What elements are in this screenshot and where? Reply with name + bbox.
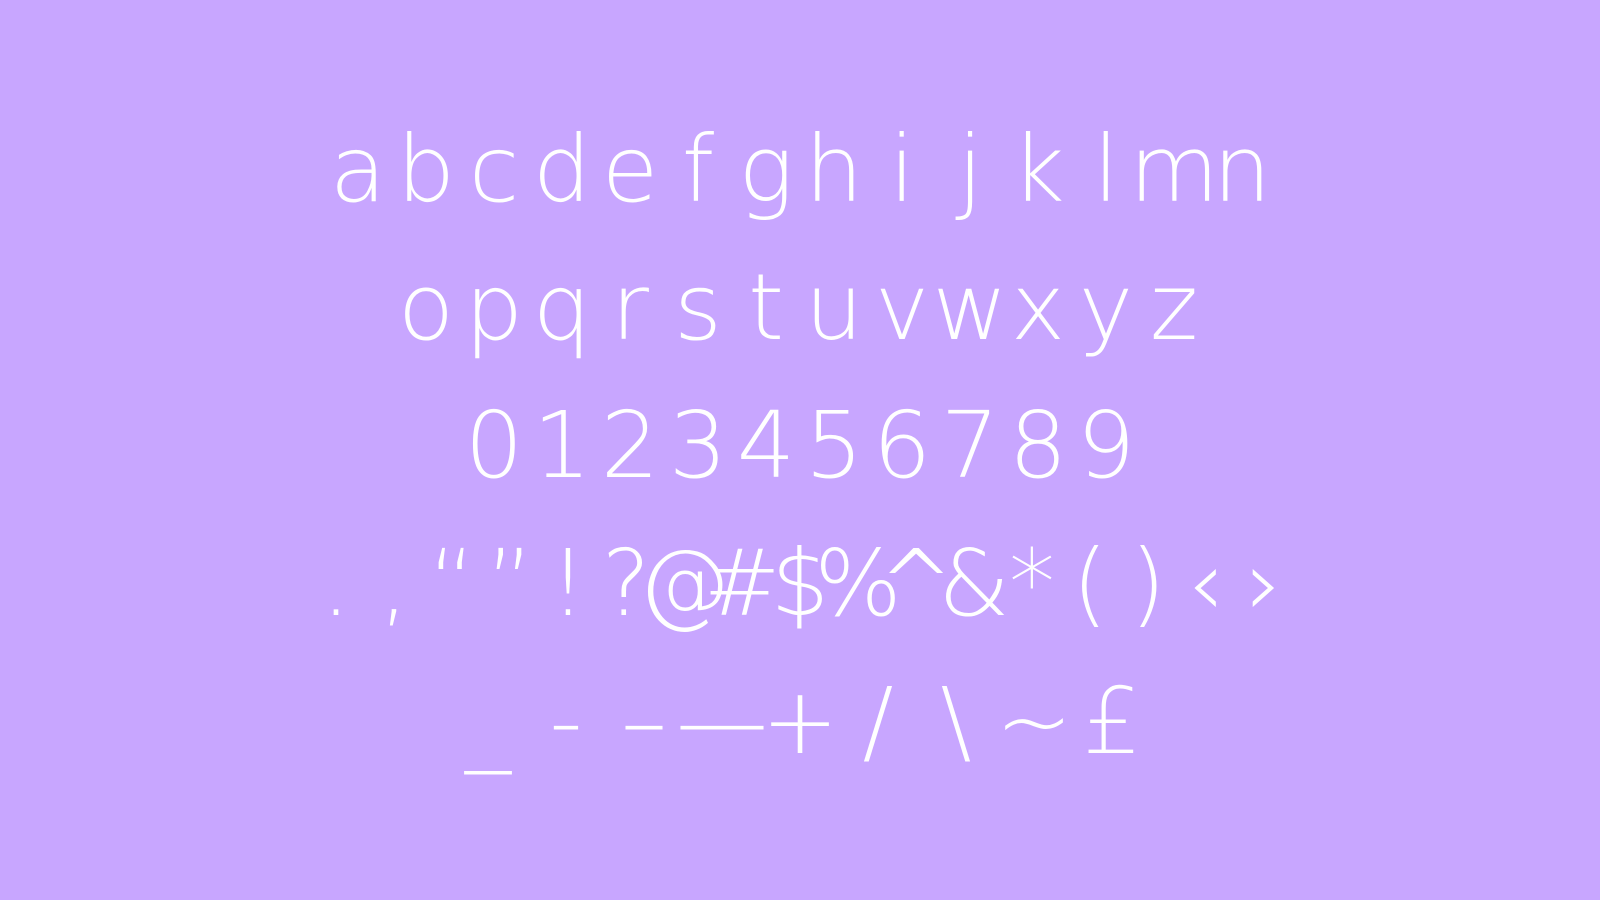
glyph: & (938, 530, 1010, 637)
glyph: j (957, 116, 983, 223)
glyph: 8 (1008, 392, 1068, 499)
glyph: ( (1072, 530, 1108, 637)
glyph: £ (1082, 668, 1142, 775)
glyph: x (1010, 254, 1066, 361)
glyph: + (761, 668, 839, 775)
glyph: n (1212, 116, 1272, 223)
glyph: p (464, 254, 524, 361)
glyph: ” (486, 530, 534, 637)
glyph: 9 (1076, 392, 1136, 499)
glyph-row-lowercase-a-n: a b c d e f g h i j k l m n (0, 120, 1600, 220)
glyph-row-symbols: _ - – — + / \ ~ £ (0, 672, 1600, 772)
glyph: ~ (995, 668, 1073, 775)
glyph: # (703, 530, 781, 637)
glyph: – (621, 668, 667, 775)
glyph: d (532, 116, 592, 223)
glyph: z (1149, 254, 1199, 361)
glyph: , (379, 530, 409, 637)
glyph: ) (1130, 530, 1166, 637)
glyph: w (932, 254, 1008, 361)
glyph: b (396, 116, 456, 223)
glyph: i (889, 116, 915, 223)
glyph: — (676, 668, 768, 775)
glyph: * (1009, 530, 1055, 637)
glyph: g (738, 116, 794, 223)
glyph: 3 (668, 392, 728, 499)
glyph: ‹ (1187, 530, 1225, 637)
glyph: 2 (600, 392, 660, 499)
glyph: . (321, 530, 351, 637)
glyph-row-digits: 0 1 2 3 4 5 6 7 8 9 (0, 396, 1600, 496)
glyph: “ (428, 530, 476, 637)
glyph: › (1245, 530, 1283, 637)
glyph: ! (549, 530, 587, 637)
glyph: - (549, 668, 583, 775)
glyph: o (397, 254, 455, 361)
glyph: _ (465, 668, 511, 775)
glyph: t (747, 254, 785, 361)
glyph: q (532, 254, 592, 361)
glyph: v (874, 254, 930, 361)
glyph: 7 (940, 392, 1000, 499)
glyph: 6 (872, 392, 932, 499)
font-specimen: a b c d e f g h i j k l m n o p q r s t … (0, 0, 1600, 900)
glyph: m (1129, 116, 1219, 223)
glyph: r (611, 254, 649, 361)
glyph: k (1011, 116, 1065, 223)
glyph: 4 (736, 392, 796, 499)
glyph: \ (940, 668, 972, 775)
glyph: s (674, 254, 722, 361)
glyph: u (804, 254, 864, 361)
glyph-row-punctuation: . , “ ” ! ? @ # $ % ^ & * ( ) ‹ › (0, 534, 1600, 634)
glyph: e (601, 116, 659, 223)
glyph: / (862, 668, 894, 775)
glyph: 0 (464, 392, 524, 499)
glyph: h (804, 116, 864, 223)
glyph: y (1078, 254, 1134, 361)
glyph: 1 (532, 392, 592, 499)
glyph: 5 (804, 392, 864, 499)
glyph-row-lowercase-o-z: o p q r s t u v w x y z (0, 258, 1600, 358)
glyph: c (468, 116, 520, 223)
glyph: ^ (877, 530, 955, 637)
glyph: a (329, 116, 387, 223)
glyph: f (681, 116, 715, 223)
